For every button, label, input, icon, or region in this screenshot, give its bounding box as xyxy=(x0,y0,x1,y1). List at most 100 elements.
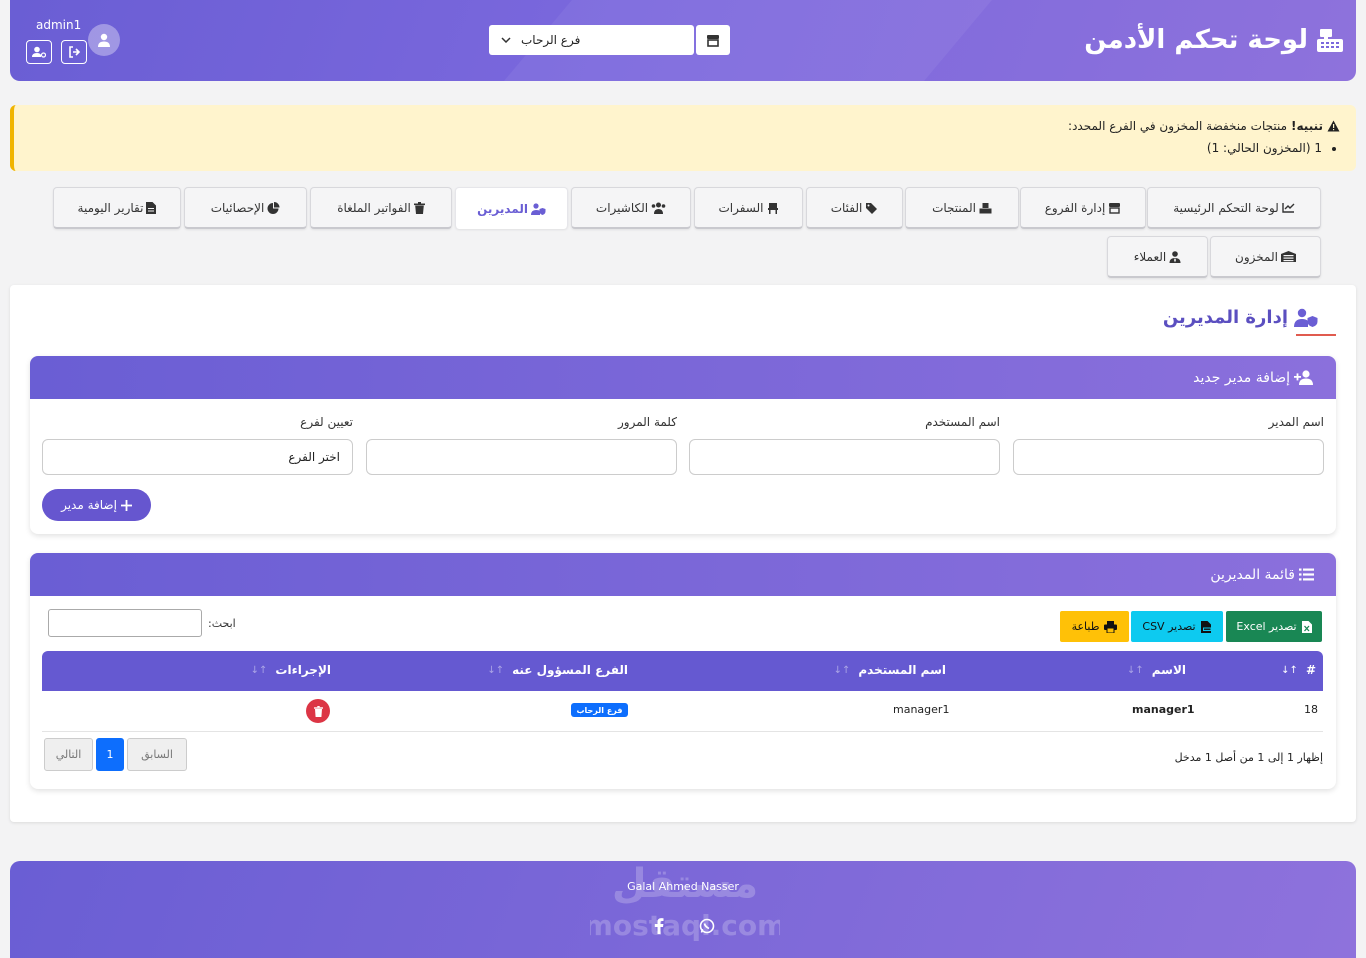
avatar[interactable] xyxy=(88,24,120,56)
tab-products[interactable]: المنتجات xyxy=(905,187,1019,229)
file-icon xyxy=(146,201,157,214)
plus-icon xyxy=(120,499,132,511)
users-icon xyxy=(651,202,666,214)
brand: لوحة تحكم الأدمن xyxy=(1084,22,1344,58)
password-input[interactable] xyxy=(366,439,677,475)
tab-label: المخزون xyxy=(1235,249,1278,264)
branch-select-value: فرع الرحاب xyxy=(521,33,581,47)
tab-cashiers[interactable]: الكاشيرات xyxy=(571,187,691,229)
branch-select[interactable]: فرع الرحاب xyxy=(489,25,694,55)
pagination-next[interactable]: التالي xyxy=(44,738,93,771)
delete-button[interactable] xyxy=(306,699,330,723)
column-header-name[interactable]: الاسم ↑↓ xyxy=(1127,663,1186,677)
username-input[interactable] xyxy=(689,439,1000,475)
managers-list-card-header: قائمة المديرين xyxy=(30,553,1336,596)
column-header-id[interactable]: # ↑↓ xyxy=(1281,663,1316,677)
tab-label: الفواتير الملغاة xyxy=(337,200,411,215)
add-manager-card-title: إضافة مدير جديد xyxy=(1193,369,1290,386)
tab-label: الفئات xyxy=(830,200,863,215)
export-csv-button[interactable]: تصدير CSV xyxy=(1131,611,1223,642)
tab-label: إدارة الفروع xyxy=(1044,200,1106,215)
manager-name-label: اسم المدير xyxy=(1268,415,1324,429)
add-manager-card-header: إضافة مدير جديد xyxy=(30,356,1336,399)
boxes-icon xyxy=(979,202,992,214)
table-info: إظهار 1 إلى 1 من أصل 1 مدخل xyxy=(1174,751,1323,764)
footer xyxy=(10,861,1356,958)
password-label: كلمة المرور xyxy=(617,415,677,429)
current-username: admin1 xyxy=(36,18,82,32)
export-excel-button[interactable]: تصدير Excel xyxy=(1226,611,1322,642)
tab-managers[interactable]: المديرين xyxy=(455,187,568,229)
add-manager-button-label: إضافة مدير xyxy=(61,498,117,512)
row-divider xyxy=(42,731,1323,732)
column-header-username[interactable]: اسم المستخدم ↑↓ xyxy=(834,663,946,677)
tab-label: المديرين xyxy=(477,201,528,216)
footer-author: Galal Ahmed Nasser xyxy=(627,880,739,893)
pagination-page-1[interactable]: 1 xyxy=(96,738,124,771)
tab-dashboard[interactable]: لوحة التحكم الرئيسية xyxy=(1147,187,1321,229)
search-input[interactable] xyxy=(48,609,202,637)
print-label: طباعة xyxy=(1071,620,1100,633)
warehouse-icon xyxy=(1280,251,1296,262)
user-icon xyxy=(97,33,111,47)
whatsapp-icon xyxy=(699,918,715,934)
facebook-icon xyxy=(654,918,664,934)
user-plus-icon xyxy=(1294,370,1314,385)
tab-daily-reports[interactable]: تقارير اليومية xyxy=(53,187,181,229)
tab-label: الكاشيرات xyxy=(595,200,649,215)
file-csv-icon xyxy=(1200,620,1212,633)
cell-name: manager1 xyxy=(1132,703,1195,716)
trash-icon xyxy=(413,201,425,214)
logout-icon xyxy=(68,46,81,58)
sort-icon: ↑↓ xyxy=(1281,664,1298,676)
facebook-link[interactable] xyxy=(646,915,672,937)
tab-customers[interactable]: العملاء xyxy=(1107,236,1208,278)
page-title: إدارة المديرين xyxy=(1163,302,1318,332)
print-button[interactable]: طباعة xyxy=(1060,611,1129,642)
table-row xyxy=(42,693,1323,731)
tab-branches[interactable]: إدارة الفروع xyxy=(1020,187,1146,229)
add-manager-button[interactable]: إضافة مدير xyxy=(42,489,151,521)
username-label: اسم المستخدم xyxy=(925,415,1000,429)
whatsapp-link[interactable] xyxy=(694,915,720,937)
tab-tables[interactable]: السفرات xyxy=(694,187,803,229)
alert-message: منتجات منخفضة المخزون في الفرع المحدد: xyxy=(1068,119,1288,133)
tab-label: السفرات xyxy=(718,200,764,215)
cash-register-icon xyxy=(1316,27,1344,53)
manager-name-input[interactable] xyxy=(1013,439,1324,475)
user-shield-icon xyxy=(530,202,546,215)
tab-label: العملاء xyxy=(1133,249,1167,264)
user-shield-icon xyxy=(1294,308,1318,327)
sort-icon: ↑↓ xyxy=(833,664,851,676)
tab-label: تقارير اليومية xyxy=(77,200,144,215)
column-header-actions[interactable]: الإجراءات ↑↓ xyxy=(251,663,331,677)
user-tie-icon xyxy=(1169,250,1181,263)
sort-icon: ↑↓ xyxy=(250,664,268,676)
title-underline xyxy=(1296,334,1336,336)
sort-icon: ↑↓ xyxy=(1126,664,1144,676)
export-csv-label: تصدير CSV xyxy=(1142,620,1196,633)
user-gear-icon xyxy=(32,46,46,58)
logout-button[interactable] xyxy=(61,40,87,64)
store-icon xyxy=(1108,202,1121,214)
tab-label: الإحصائيات xyxy=(210,200,265,215)
export-excel-label: تصدير Excel xyxy=(1236,620,1297,633)
print-icon xyxy=(1104,620,1118,633)
branch-assign-label: تعيين لفرع xyxy=(300,415,353,429)
app-title: لوحة تحكم الأدمن xyxy=(1084,25,1308,55)
column-header-branch[interactable]: الفرع المسؤول عنه ↑↓ xyxy=(487,663,628,677)
pie-chart-icon xyxy=(267,201,280,214)
tab-label: المنتجات xyxy=(932,200,976,215)
tab-inventory[interactable]: المخزون xyxy=(1210,236,1321,278)
tab-label: لوحة التحكم الرئيسية xyxy=(1173,200,1279,215)
branch-store-button[interactable] xyxy=(696,25,730,55)
user-settings-button[interactable] xyxy=(26,40,52,64)
cell-id: 18 xyxy=(1304,703,1318,716)
tab-cancelled-invoices[interactable]: الفواتير الملغاة xyxy=(310,187,452,229)
tab-categories[interactable]: الفئات xyxy=(806,187,903,229)
branch-assign-value: اختر الفرع xyxy=(288,450,340,464)
branch-assign-select[interactable]: اختر الفرع xyxy=(42,439,353,475)
store-icon xyxy=(706,34,720,47)
tab-statistics[interactable]: الإحصائيات xyxy=(184,187,307,229)
pagination-prev[interactable]: السابق xyxy=(127,738,187,771)
